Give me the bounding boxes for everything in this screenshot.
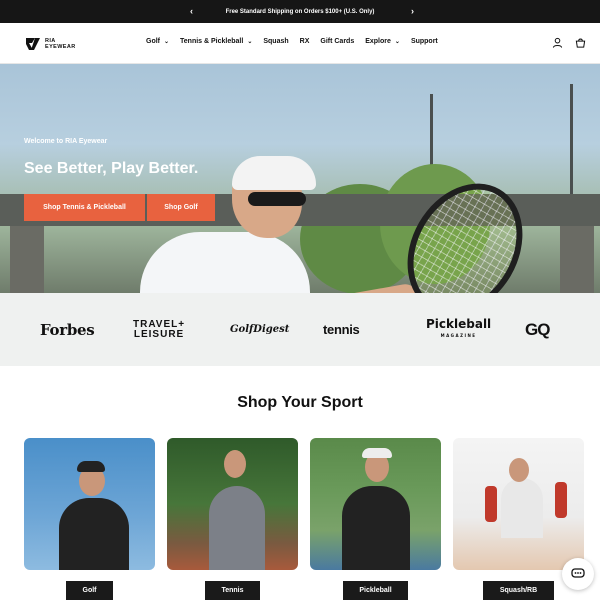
shop-golf-button[interactable]: Shop Golf [147,194,215,221]
press-logos-bar: Forbes TRAVEL+ LEISURE GolfDigest tennis… [0,293,600,366]
shop-pickleball-card-button[interactable]: Pickleball [343,581,408,600]
shop-your-sport-heading: Shop Your Sport [237,394,363,411]
hero-eyebrow: Welcome to RIA Eyewear [24,138,108,145]
nav-item-squash[interactable]: Squash [263,38,288,45]
chat-button[interactable] [562,558,594,590]
account-icon[interactable] [552,37,563,48]
player-sunglasses [248,192,306,206]
shop-tennis-card-button[interactable]: Tennis [205,581,260,600]
press-logo-gq: GQ [525,319,550,339]
main-nav: Golf ⌄ Tennis & Pickleball ⌄ Squash RX Gif… [146,38,449,45]
sport-card-squash[interactable] [453,438,584,570]
hero-title: See Better, Play Better. [24,160,199,177]
shop-golf-card-button[interactable]: Golf [66,581,113,600]
chat-icon [571,568,585,578]
chevron-down-icon: ⌄ [247,39,253,45]
nav-item-golf[interactable]: Golf ⌄ [146,38,169,45]
chevron-left-icon[interactable]: ‹ [190,5,193,17]
player-cap [232,156,316,190]
header-icons [552,37,586,48]
hero-banner [0,64,600,293]
bridge-pillar [560,226,594,293]
announcement-bar: ‹ Free Standard Shipping on Orders $100+… [0,0,600,23]
press-logo-forbes: Forbes [40,320,95,339]
chevron-down-icon: ⌄ [164,39,170,45]
ria-logo-mark-icon [26,38,40,50]
sport-card-golf[interactable] [24,438,155,570]
press-logo-pickleball: Pickleball MAGAZINE [426,316,492,338]
nav-item-gift-cards[interactable]: Gift Cards [320,38,354,45]
logo-text-eyewear: EYEWEAR [45,44,76,50]
cart-icon[interactable] [575,37,586,48]
chevron-right-icon[interactable]: › [411,5,414,17]
shop-squash-card-button[interactable]: Squash/RB [483,581,554,600]
nav-item-support[interactable]: Support [411,38,438,45]
sport-card-pickleball[interactable] [310,438,441,570]
nav-item-tennis-pickleball[interactable]: Tennis & Pickleball ⌄ [180,38,252,45]
chevron-down-icon: ⌄ [394,39,400,45]
shop-tennis-pickleball-button[interactable]: Shop Tennis & Pickleball [24,194,145,221]
ria-logo[interactable]: RIA EYEWEAR [24,35,84,53]
bridge-pillar [10,226,44,293]
press-logo-golf-digest: GolfDigest [230,324,290,335]
site-header: RIA EYEWEAR Golf ⌄ Tennis & Pickleball ⌄ S… [0,23,600,64]
press-logo-travel-leisure: TRAVEL+ LEISURE [133,318,186,340]
player-body [140,232,310,293]
announcement-text: Free Standard Shipping on Orders $100+ (… [225,8,375,15]
nav-item-explore[interactable]: Explore ⌄ [365,38,400,45]
nav-item-rx[interactable]: RX [300,38,310,45]
press-logo-tennis: tennis [323,322,360,337]
sport-card-tennis[interactable] [167,438,298,570]
